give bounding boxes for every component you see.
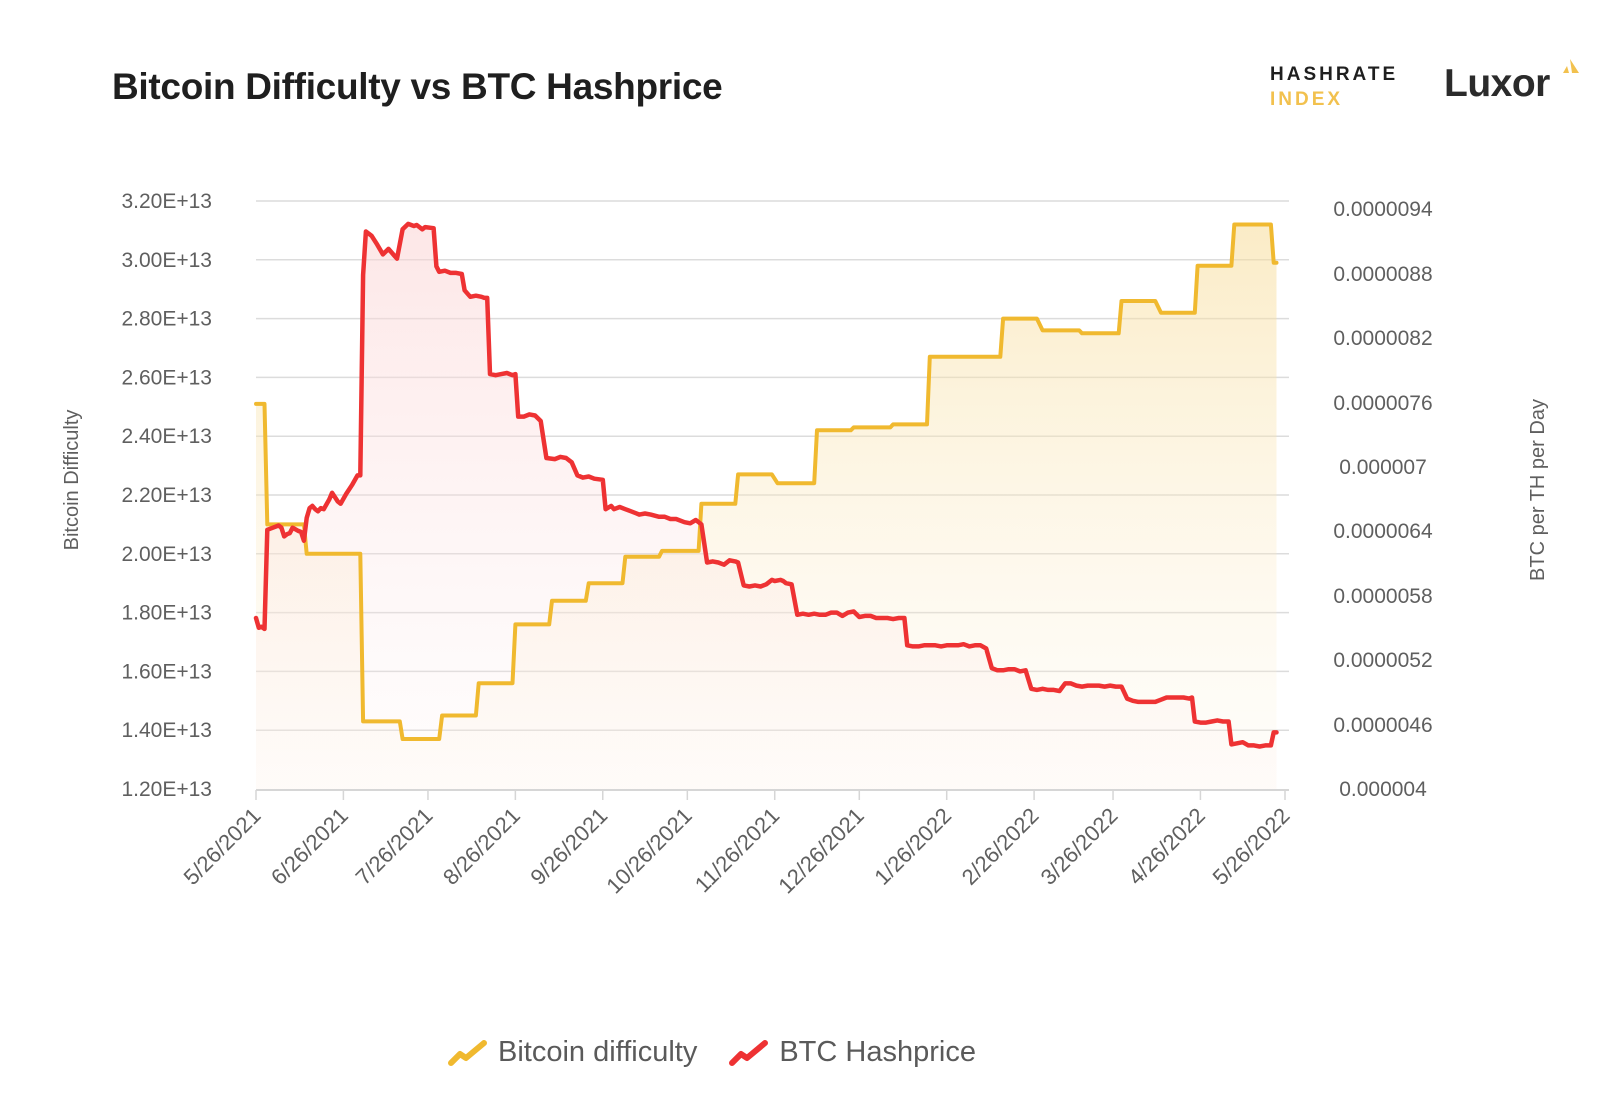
x-tick-label: 10/26/2021 xyxy=(601,803,697,899)
y-left-tick-label: 1.20E+13 xyxy=(121,778,212,801)
x-tick-label: 12/26/2021 xyxy=(773,803,869,899)
y-left-tick-label: 2.20E+13 xyxy=(121,484,212,507)
x-tick-label: 2/26/2022 xyxy=(957,803,1044,890)
y-right-tick-label: 0.0000064 xyxy=(1333,520,1433,543)
y-left-tick-label: 1.80E+13 xyxy=(121,602,212,625)
x-tick-label: 4/26/2022 xyxy=(1123,803,1210,890)
legend-label-hashprice: BTC Hashprice xyxy=(779,1036,976,1068)
y-right-tick-label: 0.0000088 xyxy=(1333,263,1432,286)
chart: 1.20E+13 1.40E+13 1.60E+13 1.80E+13 2.00E+13… xyxy=(61,190,1549,899)
y-axis-right-title: BTC per TH per Day xyxy=(1527,399,1549,581)
legend: Bitcoin difficulty BTC Hashprice xyxy=(448,1036,1008,1069)
y-left-tick-label: 2.40E+13 xyxy=(121,425,212,448)
x-tick-label: 6/26/2021 xyxy=(266,803,353,890)
x-tick-label: 5/26/2022 xyxy=(1208,803,1295,890)
legend-label-difficulty: Bitcoin difficulty xyxy=(498,1036,698,1068)
y-right-tick-label: 0.0000046 xyxy=(1333,714,1432,737)
y-left-tick-label: 2.60E+13 xyxy=(121,366,212,389)
line-chart-icon xyxy=(448,1039,487,1066)
y-right-tick-label: 0.0000052 xyxy=(1333,649,1432,672)
y-right-tick-label: 0.0000094 xyxy=(1333,198,1433,221)
y-left-tick-label: 2.00E+13 xyxy=(121,543,212,566)
line-chart-icon xyxy=(729,1039,769,1066)
y-left-tick-label: 1.40E+13 xyxy=(121,719,212,742)
x-tick-label: 8/26/2021 xyxy=(438,803,525,890)
y-left-tick-label: 3.20E+13 xyxy=(121,190,212,213)
y-right-tick-label: 0.000004 xyxy=(1339,778,1427,801)
x-tick-label: 3/26/2022 xyxy=(1036,803,1123,890)
y-right-tick-label: 0.000007 xyxy=(1339,456,1427,479)
y-left-tick-label: 3.00E+13 xyxy=(121,249,212,272)
y-right-tick-label: 0.0000082 xyxy=(1333,327,1432,350)
x-tick-label: 11/26/2021 xyxy=(690,803,784,897)
y-right-tick-label: 0.0000058 xyxy=(1333,585,1432,608)
y-left-tick-label: 2.80E+13 xyxy=(121,308,212,331)
y-right-tick-label: 0.0000076 xyxy=(1333,392,1432,415)
x-tick-label: 7/26/2021 xyxy=(351,803,438,890)
legend-item-hashprice[interactable]: BTC Hashprice xyxy=(729,1036,976,1069)
x-tick-label: 9/26/2021 xyxy=(525,803,612,890)
x-tick-label: 5/26/2021 xyxy=(179,803,266,890)
legend-item-difficulty[interactable]: Bitcoin difficulty xyxy=(448,1036,697,1069)
y-left-tick-label: 1.60E+13 xyxy=(121,660,212,683)
y-axis-left-title: Bitcoin Difficulty xyxy=(61,410,83,551)
area-fills xyxy=(256,223,1277,789)
x-tick-label: 1/26/2022 xyxy=(869,803,956,890)
